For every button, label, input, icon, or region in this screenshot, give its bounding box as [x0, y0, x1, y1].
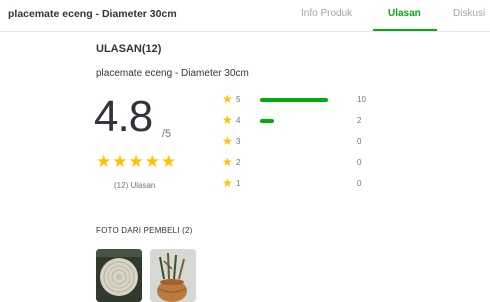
distribution-stars-label: 4	[236, 116, 241, 125]
star-icon: ★	[222, 113, 233, 127]
distribution-row-2[interactable]: ★ 2 0	[222, 155, 392, 169]
distribution-bar-track	[260, 182, 350, 186]
active-tab-indicator	[373, 29, 437, 31]
distribution-row-3[interactable]: ★ 3 0	[222, 134, 392, 148]
star-icon: ★	[222, 155, 233, 169]
distribution-bar-fill	[260, 119, 275, 123]
buyer-photo-placemat[interactable]	[96, 249, 142, 302]
tab-ulasan[interactable]: Ulasan	[388, 8, 421, 19]
distribution-stars-label: 3	[236, 137, 241, 146]
distribution-stars-label: 2	[236, 158, 241, 167]
distribution-row-5[interactable]: ★ 5 10	[222, 92, 392, 106]
distribution-bar-track	[260, 140, 350, 144]
distribution-count: 0	[357, 158, 362, 167]
average-rating: 4.8	[94, 92, 153, 141]
distribution-count: 0	[357, 137, 362, 146]
star-icon: ★	[144, 152, 160, 171]
basket-photo-image	[150, 249, 196, 302]
star-icon: ★	[161, 152, 177, 171]
tab-bar: Info Produk Ulasan Diskusi	[0, 0, 490, 31]
star-icon: ★	[222, 134, 233, 148]
distribution-count: 2	[357, 116, 362, 125]
distribution-bar-track	[260, 161, 350, 165]
tab-info-produk[interactable]: Info Produk	[301, 8, 352, 19]
distribution-count: 10	[357, 95, 366, 104]
placemat-photo-image	[96, 249, 142, 302]
distribution-stars-label: 5	[236, 95, 241, 104]
rating-stars: ★ ★ ★ ★ ★	[96, 153, 176, 170]
distribution-row-4[interactable]: ★ 4 2	[222, 113, 392, 127]
rating-max: /5	[162, 128, 172, 140]
star-icon: ★	[112, 152, 128, 171]
distribution-bar-track	[260, 98, 350, 102]
distribution-bar-track	[260, 119, 350, 123]
buyer-photo-basket[interactable]	[150, 249, 196, 302]
star-icon: ★	[96, 152, 112, 171]
distribution-bar-fill	[260, 98, 329, 102]
distribution-count: 0	[357, 179, 362, 188]
star-icon: ★	[222, 92, 233, 106]
star-icon: ★	[128, 152, 144, 171]
top-bar: placemate eceng - Diameter 30cm Info Pro…	[0, 0, 490, 32]
review-count: (12) Ulasan	[114, 181, 156, 190]
distribution-row-1[interactable]: ★ 1 0	[222, 176, 392, 190]
tab-diskusi[interactable]: Diskusi	[453, 8, 485, 19]
star-icon: ★	[222, 176, 233, 190]
buyer-photos-heading: FOTO DARI PEMBELI (2)	[96, 226, 193, 235]
distribution-stars-label: 1	[236, 179, 241, 188]
reviews-product-name: placemate eceng - Diameter 30cm	[96, 68, 249, 79]
reviews-heading: ULASAN(12)	[96, 43, 162, 55]
